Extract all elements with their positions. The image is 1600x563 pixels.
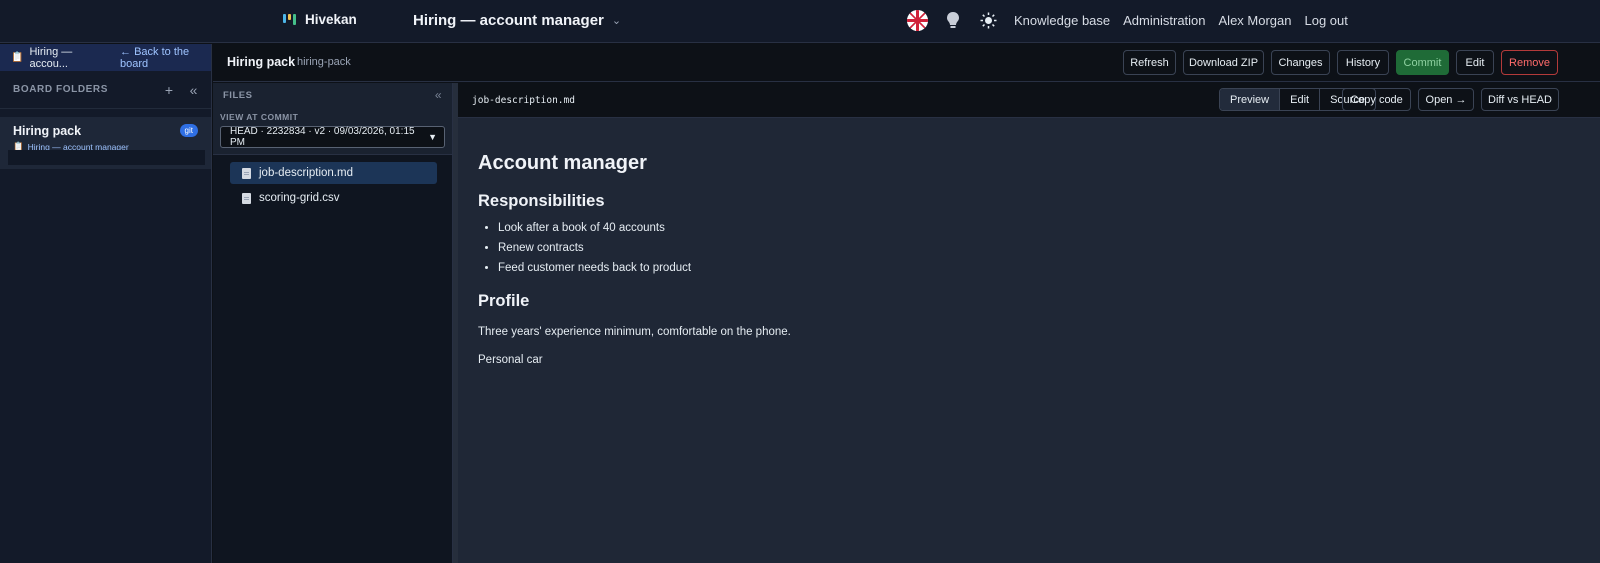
file-icon — [242, 192, 251, 204]
commit-button[interactable]: Commit — [1396, 50, 1449, 75]
file-icon — [242, 167, 251, 179]
knowledge-base-link[interactable]: Knowledge base — [1014, 13, 1110, 28]
doc-paragraph: Three years' experience minimum, comfort… — [478, 326, 791, 338]
files-header: FILES « — [213, 83, 452, 107]
folder-header: Hiring pack hiring-pack Refresh Download… — [213, 44, 1600, 82]
remove-button[interactable]: Remove — [1501, 50, 1558, 75]
folder-item[interactable]: Hiring pack 📋 Hiring — account manager g… — [0, 117, 211, 169]
history-button[interactable]: History — [1337, 50, 1389, 75]
doc-section-heading: Responsibilities — [478, 192, 605, 210]
file-item[interactable]: job-description.md — [230, 162, 437, 184]
changes-button[interactable]: Changes — [1271, 50, 1330, 75]
file-item[interactable]: scoring-grid.csv — [230, 187, 437, 209]
commit-picker: VIEW AT COMMIT HEAD · 2232834 · v2 · 09/… — [213, 107, 452, 155]
list-item: Look after a book of 40 accounts — [498, 218, 1600, 238]
doc-paragraph: Personal car — [478, 354, 543, 366]
refresh-button[interactable]: Refresh — [1123, 50, 1176, 75]
viewer-toolbar: job-description.md Preview Edit Source C… — [458, 83, 1600, 118]
view-at-commit-label: VIEW AT COMMIT — [220, 112, 299, 122]
board-folders-title: BOARD FOLDERS — [13, 84, 109, 95]
copy-code-button[interactable]: Copy code — [1342, 88, 1411, 111]
diff-vs-head-button[interactable]: Diff vs HEAD — [1481, 88, 1559, 111]
sidebar: 📋 Hiring — accou... ← Back to the board … — [0, 44, 212, 563]
logo-icon — [283, 13, 296, 26]
logout-link[interactable]: Log out — [1305, 13, 1348, 28]
download-zip-button[interactable]: Download ZIP — [1183, 50, 1264, 75]
collapse-sidebar-button[interactable]: « — [190, 82, 198, 98]
file-list: job-description.md scoring-grid.csv — [213, 155, 452, 209]
file-name: job-description.md — [259, 167, 353, 179]
breadcrumb-board[interactable]: Hiring — accou... — [29, 46, 106, 70]
file-name: scoring-grid.csv — [259, 192, 340, 204]
app-name: Hivekan — [305, 12, 357, 27]
commit-select-value: HEAD · 2232834 · v2 · 09/03/2026, 01:15 … — [230, 126, 415, 148]
git-badge: git — [179, 124, 198, 137]
file-viewer: job-description.md Preview Edit Source C… — [458, 83, 1600, 563]
doc-list: Look after a book of 40 accounts Renew c… — [498, 218, 1600, 278]
app-logo[interactable]: Hivekan — [283, 12, 357, 27]
doc-section-heading: Profile — [478, 292, 530, 310]
file-panel: FILES « VIEW AT COMMIT HEAD · 2232834 · … — [213, 83, 453, 563]
top-nav: Knowledge base Administration Alex Morga… — [1014, 13, 1348, 28]
markdown-preview: Account manager Responsibilities Look af… — [458, 118, 1600, 366]
add-folder-button[interactable]: + — [165, 82, 174, 98]
back-to-board-link[interactable]: ← Back to the board — [120, 46, 211, 70]
board-title: Hiring — account manager — [413, 12, 604, 29]
doc-heading: Account manager — [478, 152, 647, 174]
edit-button[interactable]: Edit — [1456, 50, 1494, 75]
administration-link[interactable]: Administration — [1123, 13, 1205, 28]
folder-slug: hiring-pack — [297, 56, 351, 68]
edit-tab[interactable]: Edit — [1280, 89, 1321, 110]
breadcrumb: 📋 Hiring — accou... ← Back to the board — [0, 44, 211, 71]
list-item: Renew contracts — [498, 238, 1600, 258]
chevron-down-icon: ▼ — [428, 132, 437, 142]
folder-name: Hiring pack — [13, 124, 82, 138]
files-title: FILES — [223, 89, 253, 101]
list-item: Feed customer needs back to product — [498, 258, 1600, 278]
top-bar: Hivekan Hiring — account manager ⌄ Knowl… — [0, 0, 1600, 43]
chevron-down-icon: ⌄ — [611, 15, 622, 27]
folder-strip — [8, 150, 205, 165]
theme-toggle-icon[interactable] — [980, 12, 997, 29]
page-title: Hiring pack — [227, 55, 296, 69]
preview-tab[interactable]: Preview — [1220, 89, 1281, 110]
board-switcher[interactable]: Hiring — account manager ⌄ — [413, 12, 621, 29]
board-folders-header: BOARD FOLDERS + « — [0, 71, 211, 109]
collapse-files-button[interactable]: « — [435, 88, 442, 102]
lightbulb-icon[interactable] — [945, 11, 961, 30]
viewer-filename: job-description.md — [472, 95, 575, 106]
user-menu[interactable]: Alex Morgan — [1219, 13, 1292, 28]
notepad-icon: 📋 — [11, 52, 24, 63]
open-button[interactable]: Open → — [1418, 88, 1474, 111]
commit-select[interactable]: HEAD · 2232834 · v2 · 09/03/2026, 01:15 … — [220, 126, 445, 148]
language-flag-icon[interactable] — [907, 10, 928, 31]
